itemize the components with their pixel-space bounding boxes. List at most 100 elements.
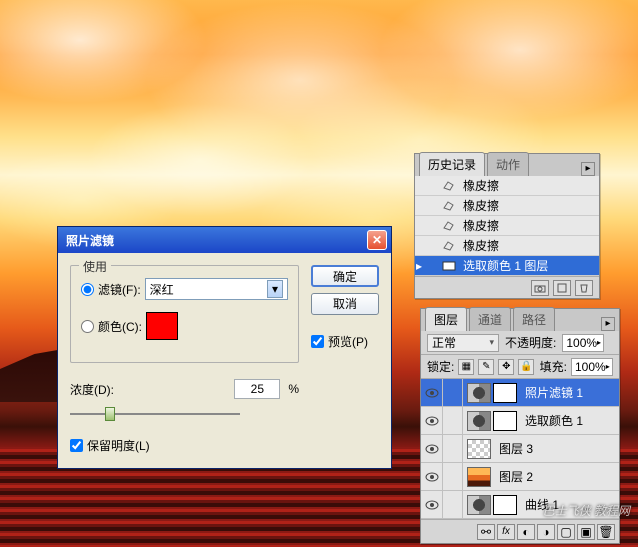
link-cell [443, 435, 463, 463]
preserve-luminosity-label: 保留明度(L) [87, 437, 150, 454]
history-row[interactable]: 橡皮擦 [415, 176, 599, 196]
color-radio-label: 颜色(C): [98, 318, 142, 335]
chevron-icon: ▸ [606, 362, 610, 371]
layer-row[interactable]: 图层 3 [421, 435, 619, 463]
mask-thumb [493, 383, 517, 403]
layer-name: 图层 3 [495, 440, 533, 457]
dialog-titlebar[interactable]: 照片滤镜 ✕ [58, 227, 391, 253]
eye-icon [425, 444, 439, 454]
history-list: 橡皮擦橡皮擦橡皮擦橡皮擦▸选取颜色 1 图层 [415, 176, 599, 276]
fill-input[interactable]: 100%▸ [571, 358, 613, 376]
history-marker-icon: ▸ [415, 256, 423, 276]
filter-radio[interactable] [81, 283, 94, 296]
preview-checkbox[interactable] [311, 335, 324, 348]
visibility-toggle[interactable] [421, 491, 443, 519]
preview-label: 预览(P) [328, 333, 368, 350]
filter-select-value: 深红 [150, 281, 174, 298]
layer-mask-button[interactable]: ◐ [517, 524, 535, 540]
link-layers-button[interactable]: ⚯ [477, 524, 495, 540]
history-item-label: 橡皮擦 [463, 217, 499, 234]
group-button[interactable]: ▢ [557, 524, 575, 540]
chevron-down-icon: ▾ [489, 337, 494, 348]
tab-actions[interactable]: 动作 [487, 152, 529, 176]
color-radio[interactable] [81, 320, 94, 333]
lock-transparency-button[interactable]: ▦ [458, 359, 474, 375]
history-item-label: 选取颜色 1 图层 [463, 257, 548, 274]
ok-button[interactable]: 确定 [311, 265, 379, 287]
filter-select[interactable]: 深红 ▾ [145, 278, 288, 300]
tab-layers[interactable]: 图层 [425, 307, 467, 331]
chevron-icon: ▸ [597, 338, 601, 347]
visibility-toggle[interactable] [421, 463, 443, 491]
layers-list: 照片滤镜 1选取颜色 1图层 3图层 2曲线 1 [421, 379, 619, 519]
eraser-icon [441, 179, 457, 193]
history-panel: 历史记录 动作 ▸ 橡皮擦橡皮擦橡皮擦橡皮擦▸选取颜色 1 图层 [414, 153, 600, 299]
slider-track [70, 413, 240, 415]
fx-icon: fx [502, 526, 510, 537]
density-input[interactable]: 25 [234, 379, 280, 399]
adjustment-thumb [467, 411, 491, 431]
eye-icon [425, 388, 439, 398]
adjustment-layer-button[interactable]: ◑ [537, 524, 555, 540]
panel-menu-icon[interactable]: ▸ [581, 162, 595, 176]
cancel-button[interactable]: 取消 [311, 293, 379, 315]
lock-all-button[interactable]: 🔒 [518, 359, 534, 375]
page-icon [556, 283, 568, 293]
history-row[interactable]: 橡皮擦 [415, 196, 599, 216]
link-cell [443, 407, 463, 435]
mask-thumb [493, 411, 517, 431]
history-item-label: 橡皮擦 [463, 237, 499, 254]
eraser-icon [441, 199, 457, 213]
color-swatch[interactable] [146, 312, 178, 340]
tab-channels[interactable]: 通道 [469, 307, 511, 331]
dialog-title: 照片滤镜 [66, 232, 367, 249]
visibility-toggle[interactable] [421, 435, 443, 463]
blend-mode-select[interactable]: 正常 ▾ [427, 334, 499, 352]
new-layer-button[interactable]: ▣ [577, 524, 595, 540]
visibility-toggle[interactable] [421, 379, 443, 407]
layer-row[interactable]: 选取颜色 1 [421, 407, 619, 435]
preserve-luminosity-checkbox[interactable] [70, 439, 83, 452]
eraser-icon [441, 239, 457, 253]
visibility-toggle[interactable] [421, 407, 443, 435]
layer-icon [441, 259, 457, 273]
link-cell [443, 463, 463, 491]
history-row[interactable]: ▸ 选取颜色 1 图层 [415, 256, 599, 276]
lock-label: 锁定: [427, 358, 454, 375]
history-row[interactable]: 橡皮擦 [415, 236, 599, 256]
delete-button[interactable] [575, 280, 593, 296]
use-group-label: 使用 [79, 258, 111, 275]
photo-filter-dialog: 照片滤镜 ✕ 使用 滤镜(F): 深红 ▾ 颜色(C): [57, 226, 392, 469]
opacity-input[interactable]: 100%▸ [562, 334, 604, 352]
blend-mode-value: 正常 [432, 334, 456, 351]
chevron-down-icon: ▾ [267, 280, 283, 298]
eye-icon [425, 472, 439, 482]
close-icon[interactable]: ✕ [367, 230, 387, 250]
lock-position-button[interactable]: ✥ [498, 359, 514, 375]
history-item-label: 橡皮擦 [463, 177, 499, 194]
layer-style-button[interactable]: fx [497, 524, 515, 540]
panel-menu-icon[interactable]: ▸ [601, 317, 615, 331]
slider-thumb[interactable] [105, 407, 115, 421]
layer-row[interactable]: 图层 2 [421, 463, 619, 491]
tab-paths[interactable]: 路径 [513, 307, 555, 331]
new-snapshot-button[interactable] [531, 280, 549, 296]
layer-name: 图层 2 [495, 468, 533, 485]
mask-thumb [493, 495, 517, 515]
camera-icon [534, 283, 546, 293]
new-document-button[interactable] [553, 280, 571, 296]
history-row[interactable]: 橡皮擦 [415, 216, 599, 236]
adjustment-thumb [467, 383, 491, 403]
layer-name: 照片滤镜 1 [521, 384, 583, 401]
density-slider[interactable] [70, 405, 240, 423]
lock-paint-button[interactable]: ✎ [478, 359, 494, 375]
watermark: 巴士飞侠 教程网 [543, 502, 630, 519]
adjustment-thumb [467, 495, 491, 515]
density-unit: % [288, 382, 299, 396]
delete-layer-button[interactable]: 🗑 [597, 524, 615, 540]
link-cell [443, 491, 463, 519]
history-item-label: 橡皮擦 [463, 197, 499, 214]
layer-row[interactable]: 照片滤镜 1 [421, 379, 619, 407]
tab-history[interactable]: 历史记录 [419, 152, 485, 176]
link-cell [443, 379, 463, 407]
